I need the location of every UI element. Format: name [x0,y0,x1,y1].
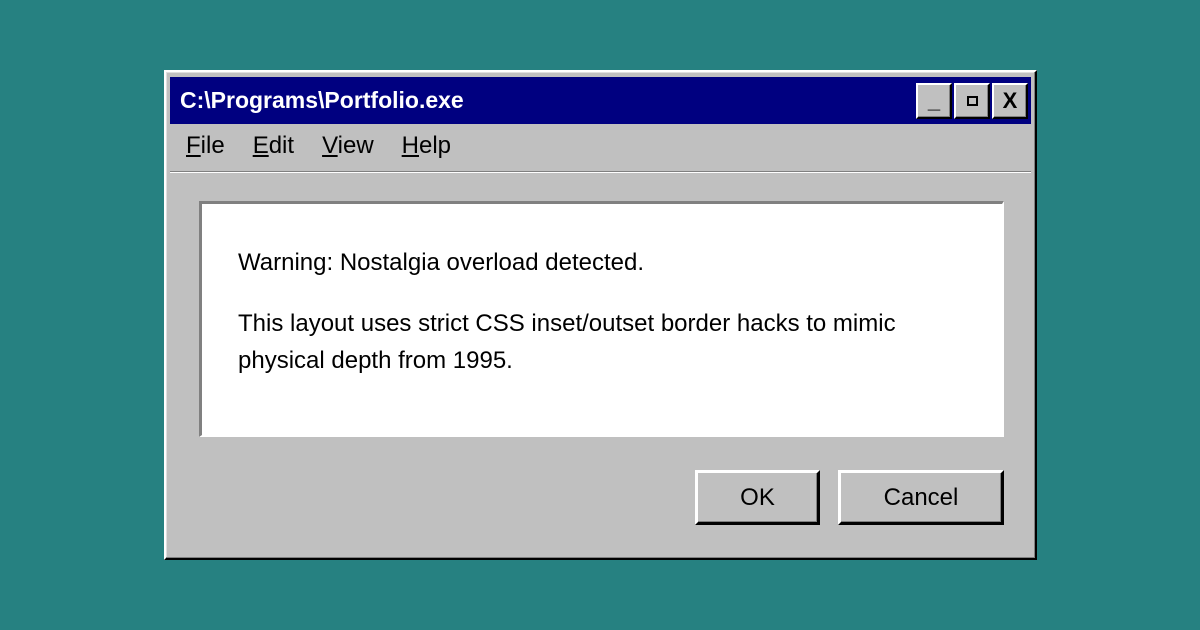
window-controls: _ X [916,82,1028,119]
minimize-icon: _ [927,87,941,113]
close-icon: X [1002,87,1018,113]
maximize-button[interactable] [954,82,990,119]
window-title: C:\Programs\Portfolio.exe [180,87,464,113]
menu-help[interactable]: Help [402,132,451,160]
menu-view-accel: V [322,132,338,159]
ok-button[interactable]: OK [695,470,820,525]
menu-help-accel: H [401,132,419,159]
menu-view-label: iew [337,132,374,159]
title-bar[interactable]: C:\Programs\Portfolio.exe _ X [170,77,1031,124]
menu-file[interactable]: File [186,132,225,160]
menu-divider [170,171,1031,173]
close-button[interactable]: X [992,82,1028,119]
maximize-icon [966,95,978,106]
menu-edit-accel: E [252,132,269,159]
dialog-window: C:\Programs\Portfolio.exe _ X File Edit … [164,70,1037,560]
minimize-button[interactable]: _ [916,82,952,119]
menu-edit-label: dit [268,132,295,159]
cancel-button[interactable]: Cancel [838,470,1004,525]
menu-file-label: ile [200,132,225,159]
menu-view[interactable]: View [322,132,374,160]
menu-file-accel: F [186,132,201,159]
message-panel: Warning: Nostalgia overload detected. Th… [199,201,1004,437]
menu-bar: File Edit View Help [186,132,451,160]
menu-edit[interactable]: Edit [253,132,294,160]
warning-text: Warning: Nostalgia overload detected. [238,249,645,276]
menu-help-label: elp [419,132,452,159]
description-text: This layout uses strict CSS inset/outset… [238,310,896,374]
